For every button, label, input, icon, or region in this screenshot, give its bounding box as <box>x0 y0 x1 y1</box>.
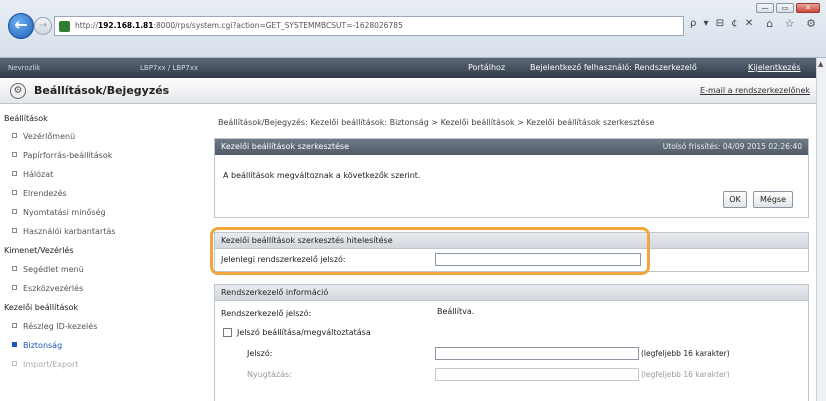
logout-link[interactable]: Kijelentkezés <box>748 58 801 78</box>
page-scrollbar[interactable]: ▲ <box>816 58 826 401</box>
sidebar-item-import-export[interactable]: Import/Export <box>12 360 78 369</box>
logged-in-user: Bejelentkező felhasználó: Rendszerkezelő <box>530 63 697 72</box>
bullet-icon <box>12 228 17 233</box>
bullet-icon <box>12 361 17 366</box>
sidebar-item-maintenance[interactable]: Használói karbantartás <box>12 227 115 236</box>
admin-pin-status: Beállítva. <box>437 307 475 316</box>
bullet-icon <box>12 285 17 290</box>
highlight-frame <box>210 227 650 275</box>
site-favicon-icon <box>59 21 70 32</box>
sidebar: Beállítások Vezérlőmenü Papírforrás-beál… <box>0 112 200 401</box>
bullet-icon <box>12 190 17 195</box>
admin-section-header: Rendszerkezelő információ <box>215 285 808 301</box>
confirm-hint: (legfeljebb 16 karakter) <box>641 370 730 379</box>
sidebar-item-dept-id[interactable]: Részleg ID-kezelés <box>12 322 97 331</box>
info-text: A beállítások megváltoznak a következők … <box>223 171 421 180</box>
bullet-icon <box>12 133 17 138</box>
close-button[interactable]: ✕ <box>796 3 820 13</box>
change-pin-checkbox[interactable] <box>223 328 232 337</box>
admin-pin-label: Rendszerkezelő jelszó: <box>221 309 312 318</box>
pin-label: Jelszó: <box>247 349 273 358</box>
sidebar-heading-output[interactable]: Kimenet/Vezérlés <box>4 246 74 255</box>
panel-title: Kezelői beállítások szerkesztése <box>221 142 349 151</box>
breadcrumb: Beállítások/Bejegyzés: Kezelői beállítás… <box>218 118 655 127</box>
url-path: :8000/rps/system.cgi?action=GET_SYSTEMMB… <box>153 21 403 30</box>
page-header: ⚙ Beállítások/Bejegyzés E-mail a rendsze… <box>0 78 816 104</box>
sidebar-item-device-control[interactable]: Eszközvezérlés <box>12 284 83 293</box>
back-arrow-icon[interactable]: ← <box>8 13 34 39</box>
sidebar-item-layout[interactable]: Elrendezés <box>12 189 67 198</box>
device-topbar: Nevrozlik LBP7xx / LBP7xx Portálhoz Beje… <box>0 58 826 78</box>
bullet-icon <box>12 266 17 271</box>
last-updated: Utolsó frissítés: 04/09 2015 02:26:40 <box>662 142 802 151</box>
page-title: Beállítások/Bejegyzés <box>34 84 170 97</box>
confirm-label: Nyugtázás: <box>247 370 292 379</box>
bullet-icon <box>12 323 17 328</box>
device-name: Nevrozlik <box>8 64 41 72</box>
admin-section: Rendszerkezelő információ Rendszerkezelő… <box>214 284 809 401</box>
bullet-icon <box>12 171 17 176</box>
bullet-icon <box>12 342 17 347</box>
sidebar-heading-settings[interactable]: Beállítások <box>4 114 48 123</box>
address-bar[interactable]: http://192.168.1.81:8000/rps/system.cgi?… <box>54 16 684 36</box>
cancel-button[interactable]: Mégse <box>753 191 793 208</box>
scroll-up-icon[interactable]: ▲ <box>818 60 823 68</box>
url-prefix: http:// <box>75 21 98 30</box>
maximize-button[interactable]: ▭ <box>776 3 794 13</box>
address-tools[interactable]: ρ ▾ ⊟ ¢ ✕ <box>690 18 755 29</box>
portal-link[interactable]: Portálhoz <box>468 58 505 78</box>
pin-hint: (legfeljebb 16 karakter) <box>641 349 730 358</box>
panel-title-bar: Kezelői beállítások szerkesztése Utolsó … <box>215 139 808 155</box>
minimize-button[interactable]: — <box>756 3 774 13</box>
pin-input[interactable] <box>435 347 639 360</box>
mail-admin-link[interactable]: E-mail a rendszerkezelőnek <box>700 86 810 95</box>
bullet-icon <box>12 152 17 157</box>
sidebar-item-control-menu[interactable]: Vezérlőmenü <box>12 132 75 141</box>
browser-chrome: — ▭ ✕ ← → http://192.168.1.81:8000/rps/s… <box>0 0 826 58</box>
sidebar-item-security[interactable]: Biztonság <box>12 341 62 350</box>
confirm-input[interactable] <box>435 368 639 381</box>
sidebar-item-print-quality[interactable]: Nyomtatási minőség <box>12 208 106 217</box>
url-host: 192.168.1.81 <box>97 21 154 30</box>
device-model: LBP7xx / LBP7xx <box>140 64 199 72</box>
forward-arrow-icon[interactable]: → <box>34 17 52 35</box>
bullet-icon <box>12 209 17 214</box>
sidebar-item-help-menu[interactable]: Segédlet menü <box>12 265 84 274</box>
settings-gear-icon: ⚙ <box>10 83 26 99</box>
change-pin-label: Jelszó beállítása/megváltoztatása <box>237 328 371 337</box>
window-controls: — ▭ ✕ <box>756 3 820 13</box>
sidebar-heading-management[interactable]: Kezelői beállítások <box>4 303 78 312</box>
ok-button[interactable]: OK <box>723 191 747 208</box>
sidebar-item-network[interactable]: Hálózat <box>12 170 53 179</box>
home-favorites-settings-icons[interactable]: ⌂ ☆ ⚙ <box>766 17 820 30</box>
edit-panel: Kezelői beállítások szerkesztése Utolsó … <box>214 138 809 218</box>
sidebar-item-paper-source[interactable]: Papírforrás-beállítások <box>12 151 112 160</box>
